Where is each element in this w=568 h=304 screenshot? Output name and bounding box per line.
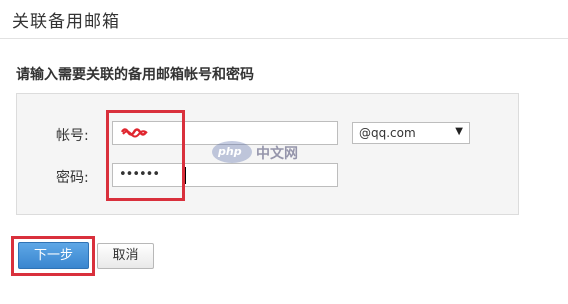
page-title: 关联备用邮箱 (12, 12, 120, 32)
account-label: 帐号: (56, 128, 89, 144)
next-step-button[interactable]: 下一步 (18, 242, 89, 269)
email-domain-select[interactable]: @qq.com ▼ (352, 122, 470, 144)
watermark-logo-text: php (218, 145, 242, 158)
watermark: php 中文网 (212, 140, 332, 166)
chevron-down-icon: ▼ (455, 126, 463, 137)
password-label: 密码: (56, 170, 89, 186)
php-logo-icon: php (212, 141, 252, 163)
email-domain-value: @qq.com (359, 126, 416, 140)
section-heading: 请输入需要关联的备用邮箱帐号和密码 (16, 67, 254, 83)
cancel-button[interactable]: 取消 (97, 243, 154, 269)
title-divider (0, 38, 568, 39)
watermark-text: 中文网 (256, 146, 298, 162)
highlight-box-credentials (106, 110, 185, 201)
